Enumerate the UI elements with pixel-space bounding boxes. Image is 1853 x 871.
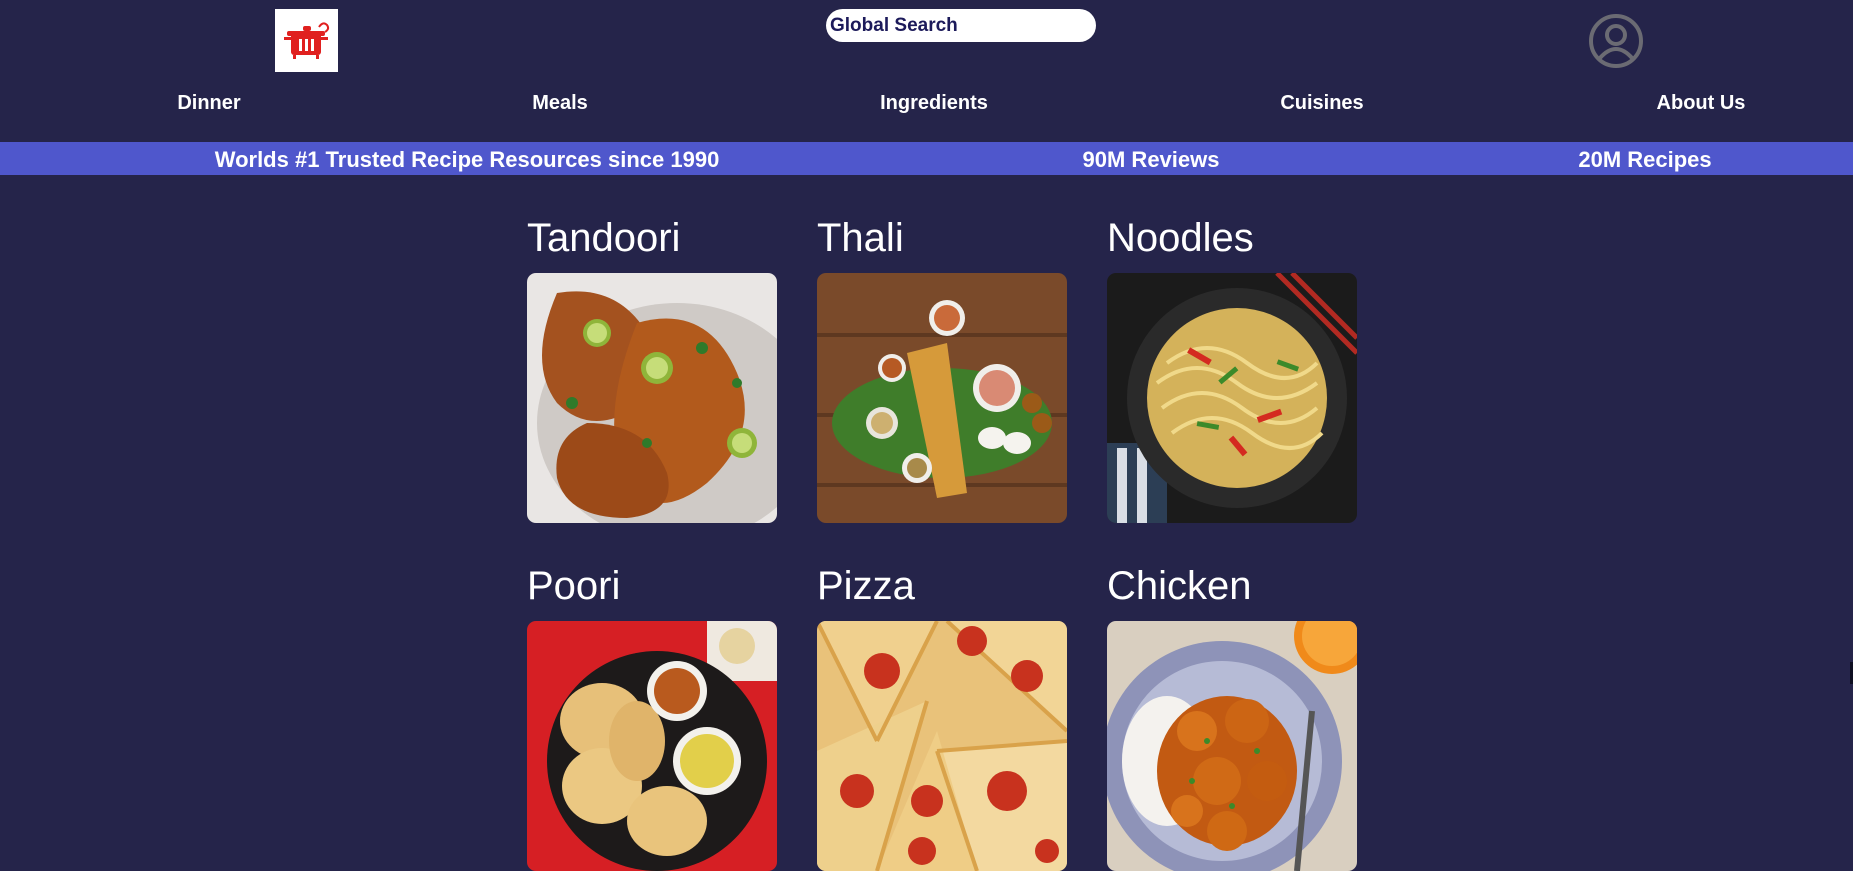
- cooking-pot-icon: [283, 21, 329, 59]
- category-card-thali[interactable]: Thali: [817, 215, 1067, 523]
- category-card-chicken[interactable]: Chicken: [1107, 563, 1357, 871]
- category-title: Thali: [817, 216, 904, 260]
- search-input[interactable]: [830, 14, 1096, 37]
- poori-with-curry-photo: [527, 621, 777, 871]
- category-title: Pizza: [817, 564, 915, 608]
- nav-dinner[interactable]: Dinner: [177, 92, 240, 115]
- stats-banner: Worlds #1 Trusted Recipe Resources since…: [0, 142, 1853, 175]
- global-search[interactable]: [826, 9, 1096, 42]
- profile-button[interactable]: [1588, 13, 1644, 69]
- veg-noodles-photo: [1107, 273, 1357, 523]
- pepperoni-pizza-photo: [817, 621, 1067, 871]
- category-title: Noodles: [1107, 216, 1254, 260]
- category-card-pizza[interactable]: Pizza: [817, 563, 1067, 871]
- banner-recipes: 20M Recipes: [1578, 147, 1712, 172]
- category-title: Poori: [527, 564, 621, 608]
- chilli-chicken-rice-photo: [1107, 621, 1357, 871]
- nav-ingredients[interactable]: Ingredients: [880, 92, 988, 115]
- nav-meals[interactable]: Meals: [532, 92, 588, 115]
- tandoori-chicken-photo: [527, 273, 777, 523]
- category-card-poori[interactable]: Poori: [527, 563, 777, 871]
- main-nav: Dinner Meals Ingredients Cuisines About …: [0, 92, 1853, 122]
- banner-tagline: Worlds #1 Trusted Recipe Resources since…: [214, 147, 720, 172]
- category-card-tandoori[interactable]: Tandoori: [527, 215, 777, 523]
- banner-reviews: 90M Reviews: [1082, 147, 1220, 172]
- user-avatar-icon: [1589, 14, 1643, 68]
- nav-about-us[interactable]: About Us: [1657, 92, 1746, 115]
- site-logo[interactable]: [275, 9, 338, 72]
- category-title: Tandoori: [527, 216, 681, 260]
- south-indian-thali-photo: [817, 273, 1067, 523]
- nav-cuisines[interactable]: Cuisines: [1280, 92, 1363, 115]
- category-title: Chicken: [1107, 564, 1252, 608]
- category-card-noodles[interactable]: Noodles: [1107, 215, 1357, 523]
